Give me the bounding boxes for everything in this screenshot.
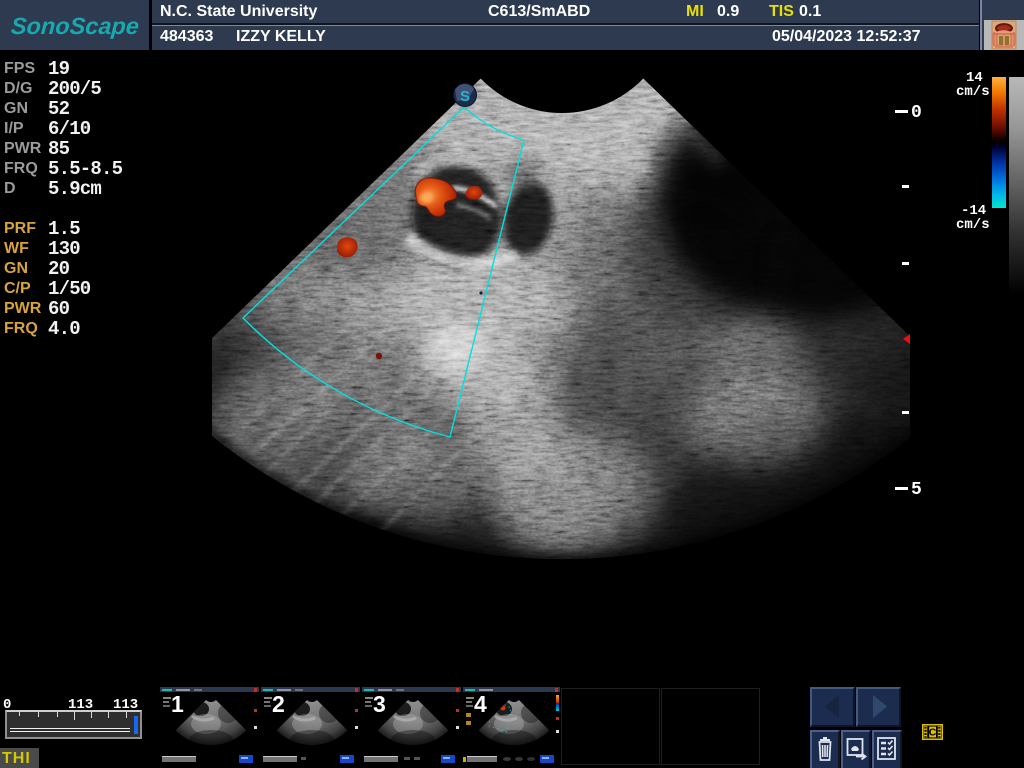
svg-text:C: C (929, 727, 937, 739)
svg-text:S: S (460, 88, 470, 105)
